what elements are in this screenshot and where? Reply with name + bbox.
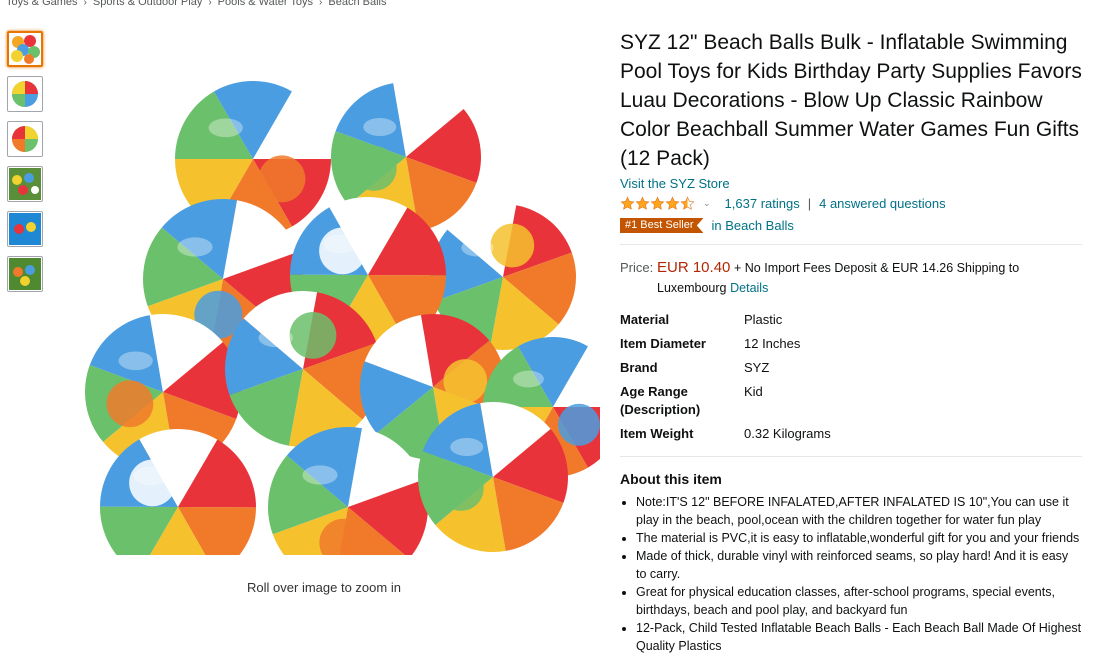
best-seller-row: #1 Best Seller in Beach Balls xyxy=(620,217,1082,234)
chevron-down-icon[interactable]: ⌄ xyxy=(703,198,711,209)
list-item: Note:IT'S 12" BEFORE INFALATED,AFTER INF… xyxy=(636,493,1082,529)
spec-value: Kid xyxy=(744,384,763,399)
thumbnail-6[interactable] xyxy=(7,256,43,292)
list-item: Made of thick, durable vinyl with reinfo… xyxy=(636,547,1082,583)
breadcrumb-separator-icon: › xyxy=(83,0,87,8)
spec-key: Item Diameter xyxy=(620,336,706,351)
beach-ball-thumbnail-icon xyxy=(12,81,38,107)
thumbnail-2[interactable] xyxy=(7,76,43,112)
beach-balls-thumbnail-icon xyxy=(11,35,40,64)
price-label: Price: xyxy=(620,260,654,275)
beach-balls-lawn-thumbnail-icon xyxy=(9,258,41,290)
breadcrumb-beach-balls[interactable]: Beach Balls xyxy=(328,0,386,8)
list-item: 12-Pack, Child Tested Inflatable Beach B… xyxy=(636,619,1082,655)
price-block: EUR 10.40 + No Import Fees Deposit & EUR… xyxy=(657,258,1082,298)
list-item: Great for physical education classes, af… xyxy=(636,583,1082,619)
beach-ball-illustration xyxy=(418,402,568,552)
spec-row: Brand SYZ xyxy=(620,356,831,380)
star-icon xyxy=(620,196,635,210)
beach-ball-thumbnail-icon xyxy=(12,126,38,152)
divider xyxy=(620,456,1082,457)
half-star-icon xyxy=(680,196,695,210)
beach-ball-illustration xyxy=(225,291,381,447)
star-icon xyxy=(635,196,650,210)
answered-questions-link[interactable]: 4 answered questions xyxy=(819,196,945,211)
spec-row: Item Weight 0.32 Kilograms xyxy=(620,422,831,446)
star-rating[interactable] xyxy=(620,196,695,211)
specs-table: Material Plastic Item Diameter 12 Inches B… xyxy=(620,308,831,446)
list-item: The material is PVC,it is easy to inflat… xyxy=(636,529,1082,547)
best-seller-category-link[interactable]: in Beach Balls xyxy=(711,218,793,233)
breadcrumb-sports-outdoor[interactable]: Sports & Outdoor Play xyxy=(93,0,202,8)
spec-key: Item Weight xyxy=(620,426,694,441)
main-product-image[interactable] xyxy=(48,47,600,555)
spec-value: SYZ xyxy=(744,360,770,375)
breadcrumb-pools-water[interactable]: Pools & Water Toys xyxy=(218,0,313,8)
thumbnail-1[interactable] xyxy=(7,31,43,67)
about-title: About this item xyxy=(620,471,722,487)
product-info: SYZ 12" Beach Balls Bulk - Inflatable Sw… xyxy=(620,28,1082,655)
beach-balls-grass-thumbnail-icon xyxy=(9,168,41,200)
product-title: SYZ 12" Beach Balls Bulk - Inflatable Sw… xyxy=(620,31,1082,170)
spec-key: Material xyxy=(620,312,670,327)
price-value: EUR 10.40 xyxy=(657,259,731,276)
thumbnail-strip xyxy=(7,31,45,301)
spec-key: Age Range (Description) xyxy=(620,384,701,417)
breadcrumb-separator-icon: › xyxy=(319,0,323,8)
breadcrumb: Toys & Games › Sports & Outdoor Play › Pools… xyxy=(6,0,386,8)
store-link[interactable]: Visit the SYZ Store xyxy=(620,176,1082,191)
star-icon xyxy=(665,196,680,210)
star-icon xyxy=(650,196,665,210)
about-bullets: Note:IT'S 12" BEFORE INFALATED,AFTER INF… xyxy=(620,493,1082,655)
spec-value: Plastic xyxy=(744,312,783,327)
breadcrumb-toys-games[interactable]: Toys & Games xyxy=(6,0,78,8)
ratings-count-link[interactable]: 1,637 ratings xyxy=(725,196,800,211)
rating-separator: | xyxy=(807,195,812,211)
divider xyxy=(620,244,1082,245)
rating-row: ⌄ 1,637 ratings | 4 answered questions xyxy=(620,194,1082,212)
spec-row: Material Plastic xyxy=(620,308,831,332)
best-seller-badge[interactable]: #1 Best Seller xyxy=(620,218,704,233)
price-row: Price: EUR 10.40 + No Import Fees Deposi… xyxy=(620,258,1082,298)
thumbnail-4[interactable] xyxy=(7,166,43,202)
breadcrumb-separator-icon: › xyxy=(208,0,212,8)
spec-value: 0.32 Kilograms xyxy=(744,426,831,441)
shipping-details-link[interactable]: Details xyxy=(730,281,768,295)
spec-row: Age Range (Description) Kid xyxy=(620,380,831,422)
spec-key: Brand xyxy=(620,360,658,375)
spec-value: 12 Inches xyxy=(744,336,801,351)
thumbnail-3[interactable] xyxy=(7,121,43,157)
spec-row: Item Diameter 12 Inches xyxy=(620,332,831,356)
thumbnail-5[interactable] xyxy=(7,211,43,247)
zoom-hint: Roll over image to zoom in xyxy=(247,580,401,595)
beach-balls-pool-thumbnail-icon xyxy=(9,213,41,245)
